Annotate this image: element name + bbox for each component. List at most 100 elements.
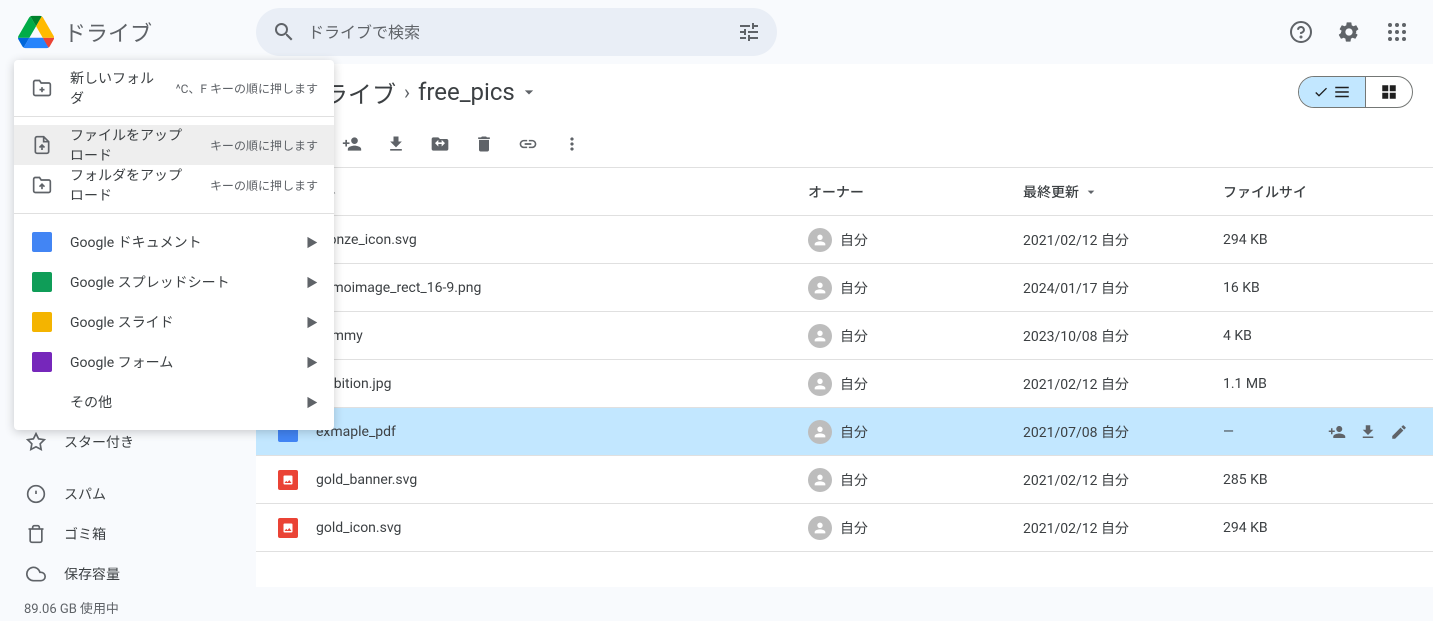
image-file-icon [276,468,300,492]
edit-icon[interactable] [1386,418,1413,446]
share-icon[interactable] [334,126,370,162]
file-modified: 2023/10/08 自分 [1023,326,1223,346]
file-row[interactable]: demoimage_rect_16-9.png自分2024/01/17 自分16… [256,264,1433,312]
file-owner: 自分 [808,324,1023,348]
file-list: bronze_icon.svg自分2021/02/12 自分294 KBdemo… [256,216,1433,552]
tune-icon[interactable] [737,20,761,44]
chevron-right-icon: › [404,80,410,104]
folder-upload-icon [30,173,54,197]
column-size[interactable]: ファイルサイ [1223,182,1413,202]
storage-used-label: 89.06 GB 使用中 [0,594,256,621]
settings-icon[interactable] [1329,12,1369,52]
file-name: gold_banner.svg [316,472,808,488]
menu-google-sheets[interactable]: Google スプレッドシート ▶ [14,262,334,302]
avatar-icon [808,420,832,444]
file-size: 285 KB [1223,472,1323,488]
help-icon[interactable] [1281,12,1321,52]
file-row[interactable]: gold_banner.svg自分2021/02/12 自分285 KB [256,456,1433,504]
menu-google-slides[interactable]: Google スライド ▶ [14,302,334,342]
action-bar: 選択中 [256,120,1433,168]
menu-other[interactable]: その他 ▶ [14,382,334,422]
file-size: — [1223,424,1323,440]
chevron-right-icon: ▶ [306,314,318,331]
file-size: 4 KB [1223,328,1323,344]
sidebar-item-storage[interactable]: 保存容量 [0,554,256,594]
file-name: demoimage_rect_16-9.png [316,280,808,296]
file-size: 1.1 MB [1223,376,1323,392]
header-icons [1281,12,1417,52]
sort-down-icon [1083,184,1099,200]
download-icon[interactable] [378,126,414,162]
trash-icon [24,522,48,546]
file-owner: 自分 [808,516,1023,540]
header: ドライブ [0,0,1433,64]
file-row[interactable]: exmaple_pdf自分2021/07/08 自分— [256,408,1433,456]
file-modified: 2021/02/12 自分 [1023,230,1223,250]
file-name: gold_icon.svg [316,520,808,536]
delete-icon[interactable] [466,126,502,162]
drive-logo-icon [16,12,56,52]
avatar-icon [808,324,832,348]
table-header: オーナー 最終更新 ファイルサイ [256,168,1433,216]
search-icon [272,20,296,44]
avatar-icon [808,276,832,300]
logo-area[interactable]: ドライブ [16,12,248,52]
docs-icon [30,230,54,254]
avatar-icon [808,468,832,492]
file-owner: 自分 [808,228,1023,252]
dropdown-icon [519,82,539,102]
sidebar-item-trash[interactable]: ゴミ箱 [0,514,256,554]
share-icon[interactable] [1323,418,1350,446]
move-icon[interactable] [422,126,458,162]
chevron-right-icon: ▶ [306,274,318,291]
file-name: exibition.jpg [316,376,808,392]
menu-google-forms[interactable]: Google フォーム ▶ [14,342,334,382]
sidebar-item-spam[interactable]: スパム [0,474,256,514]
avatar-icon [808,228,832,252]
forms-icon [30,350,54,374]
breadcrumb-current[interactable]: free_pics [418,78,539,106]
file-size: 294 KB [1223,232,1323,248]
chevron-right-icon: ▶ [306,234,318,251]
menu-google-docs[interactable]: Google ドキュメント ▶ [14,222,334,262]
search-bar[interactable] [256,8,777,56]
grid-view-button[interactable] [1365,77,1412,107]
chevron-right-icon: ▶ [306,354,318,371]
file-row[interactable]: dummy自分2023/10/08 自分4 KB [256,312,1433,360]
star-icon [24,430,48,454]
search-input[interactable] [308,23,725,42]
file-modified: 2021/07/08 自分 [1023,422,1223,442]
chevron-right-icon: ▶ [306,394,318,411]
file-row[interactable]: exibition.jpg自分2021/02/12 自分1.1 MB [256,360,1433,408]
column-modified[interactable]: 最終更新 [1023,182,1223,202]
download-icon[interactable] [1354,418,1381,446]
file-upload-icon [30,133,54,157]
apps-icon[interactable] [1377,12,1417,52]
file-modified: 2024/01/17 自分 [1023,278,1223,298]
view-mode-toggle[interactable] [1298,76,1413,108]
file-owner: 自分 [808,276,1023,300]
menu-divider [14,213,334,214]
column-owner[interactable]: オーナー [808,182,1023,202]
sheets-icon [30,270,54,294]
file-row[interactable]: bronze_icon.svg自分2021/02/12 自分294 KB [256,216,1433,264]
file-size: 294 KB [1223,520,1323,536]
image-file-icon [276,516,300,540]
file-modified: 2021/02/12 自分 [1023,374,1223,394]
file-owner: 自分 [808,420,1023,444]
file-name: exmaple_pdf [316,424,808,440]
file-modified: 2021/02/12 自分 [1023,518,1223,538]
list-view-button[interactable] [1299,77,1365,107]
link-icon[interactable] [510,126,546,162]
column-name[interactable] [276,184,808,200]
app-title: ドライブ [64,16,152,48]
breadcrumb-row: イドライブ › free_pics [256,64,1433,120]
cloud-icon [24,562,48,586]
menu-new-folder[interactable]: 新しいフォルダ ^C、F キーの順に押します [14,68,334,108]
menu-upload-file[interactable]: ファイルをアップロード キーの順に押します [14,125,334,165]
spam-icon [24,482,48,506]
avatar-icon [808,372,832,396]
menu-upload-folder[interactable]: フォルダをアップロード キーの順に押します [14,165,334,205]
file-row[interactable]: gold_icon.svg自分2021/02/12 自分294 KB [256,504,1433,552]
more-icon[interactable] [554,126,590,162]
